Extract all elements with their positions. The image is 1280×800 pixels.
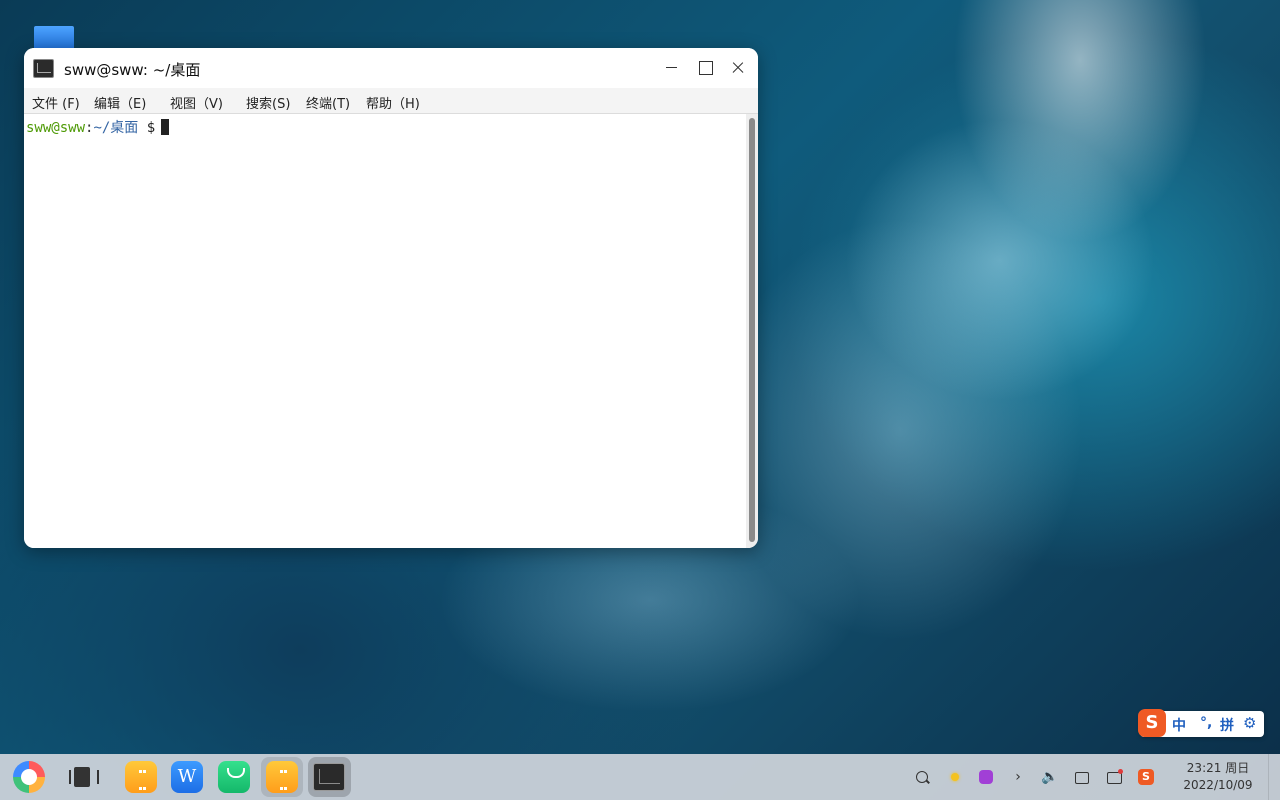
- prompt-dollar: $: [146, 120, 156, 136]
- night-mode-icon[interactable]: [945, 767, 965, 787]
- maximize-button[interactable]: [690, 54, 720, 82]
- minimize-button[interactable]: [656, 54, 686, 82]
- ime-mode-toggle[interactable]: 拼: [1220, 715, 1234, 735]
- ime-status-bar[interactable]: S 中 °, 拼 ⚙: [1138, 709, 1264, 737]
- menu-edit[interactable]: 编辑（E): [94, 93, 146, 112]
- chevron-right-icon[interactable]: ›: [1008, 767, 1028, 787]
- menu-view[interactable]: 视图（V): [170, 93, 223, 112]
- prompt-path: ~/桌面: [93, 120, 139, 136]
- sogou-logo-icon[interactable]: S: [1138, 709, 1166, 737]
- window-title: sww@sww: ~/桌面: [64, 61, 201, 79]
- menu-terminal[interactable]: 终端(T): [306, 93, 350, 112]
- terminal-window: sww@sww: ~/桌面 文件 (F) 编辑（E) 视图（V) 搜索(S) 终…: [24, 48, 758, 548]
- clock-date: 2022/10/09: [1183, 778, 1253, 792]
- terminal-app-icon: [33, 59, 54, 78]
- show-desktop-button[interactable]: [1268, 754, 1269, 800]
- ime-punctuation-toggle[interactable]: °,: [1200, 715, 1212, 731]
- file-manager-icon[interactable]: [125, 761, 157, 793]
- wps-writer-icon[interactable]: W: [171, 761, 203, 793]
- clock-time: 23:21 周日: [1186, 761, 1250, 775]
- screenshot-icon[interactable]: [976, 767, 996, 787]
- sogou-ime-icon[interactable]: [1136, 767, 1156, 787]
- file-manager-icon[interactable]: [266, 761, 298, 793]
- desktop-folder-icon[interactable]: [34, 26, 74, 50]
- prompt-user-host: sww@sww: [26, 120, 86, 136]
- notification-icon[interactable]: [1104, 767, 1124, 787]
- close-button[interactable]: [723, 54, 753, 82]
- taskbar: W › 🔈 23:21 周日 2022/10/09: [0, 754, 1280, 800]
- gear-icon[interactable]: ⚙: [1243, 714, 1256, 732]
- multitask-view-icon[interactable]: [66, 761, 99, 793]
- ime-language-toggle[interactable]: 中: [1172, 715, 1186, 735]
- clock[interactable]: 23:21 周日 2022/10/09: [1170, 760, 1266, 794]
- menu-bar: 文件 (F) 编辑（E) 视图（V) 搜索(S) 终端(T) 帮助（H): [24, 88, 758, 114]
- menu-help[interactable]: 帮助（H): [366, 93, 420, 112]
- scrollbar-thumb[interactable]: [749, 118, 755, 542]
- shell-prompt: sww@sww:~/桌面 $: [26, 117, 170, 137]
- terminal-icon[interactable]: [313, 763, 345, 791]
- app-store-icon[interactable]: [218, 761, 250, 793]
- menu-file[interactable]: 文件 (F): [32, 93, 80, 112]
- start-menu-icon[interactable]: [13, 761, 45, 793]
- menu-search[interactable]: 搜索(S): [246, 93, 290, 112]
- terminal-area[interactable]: sww@sww:~/桌面 $: [24, 114, 746, 548]
- vertical-scrollbar[interactable]: [746, 114, 758, 548]
- volume-icon[interactable]: 🔈: [1040, 767, 1060, 787]
- text-cursor: [161, 119, 170, 135]
- search-icon[interactable]: [912, 767, 932, 787]
- window-titlebar[interactable]: sww@sww: ~/桌面: [24, 48, 758, 88]
- network-icon[interactable]: [1072, 767, 1092, 787]
